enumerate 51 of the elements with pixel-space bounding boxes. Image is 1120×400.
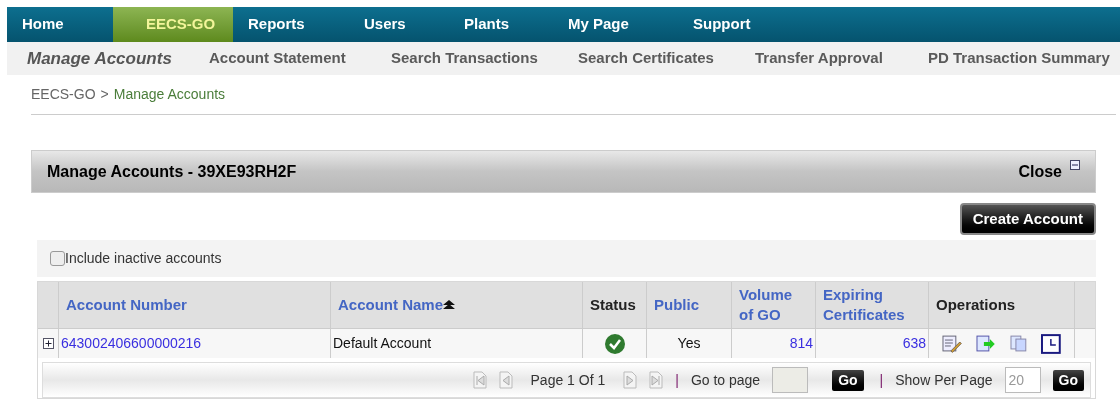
column-header[interactable]: Public [654,295,699,315]
go-button[interactable]: Go [1052,369,1084,391]
subnav-tab[interactable]: PD Transaction Summary [908,47,1108,70]
expand-row-icon[interactable] [42,338,54,349]
nav-tab[interactable]: Reports [233,7,349,42]
separator: | [675,370,679,390]
breadcrumb-current: Manage Accounts [113,85,226,104]
nav-tab[interactable]: Support [678,7,798,42]
account-number-link[interactable]: 643002406600000216 [61,333,202,354]
document-arrow-icon[interactable] [975,334,996,353]
column-header[interactable]: Account Name [338,295,456,315]
checkbox-label: Include inactive accounts [65,249,222,268]
nav-tab[interactable]: My Page [553,7,678,42]
column-header[interactable]: Account Number [66,295,187,315]
page-input[interactable] [772,367,809,393]
first-page-icon[interactable] [472,371,487,389]
previous-page-icon[interactable] [498,371,513,389]
nav-tab[interactable]: Home [7,7,113,42]
column-header[interactable]: Volume of GO [739,285,808,325]
subnav-tab[interactable]: Transfer Approval [735,47,908,70]
expiring-link[interactable]: 638 [902,333,926,354]
clock-icon[interactable] [1041,333,1061,354]
column-header[interactable]: Expiring Certificates [823,285,921,325]
sort-ascending-icon[interactable] [443,300,456,310]
go-to-page-label: Go to page [690,370,761,390]
show-per-page-label: Show Per Page [895,370,993,390]
nav-tab[interactable]: Plants [449,7,553,42]
subnav-tab[interactable]: Search Certificates [558,47,735,70]
collapse-icon[interactable] [1070,159,1080,170]
nav-tab[interactable]: Users [349,7,449,42]
next-page-icon[interactable] [623,371,638,389]
subnav-tab[interactable]: Account Statement [189,47,371,70]
subnav-tab[interactable]: Manage Accounts [7,45,189,72]
breadcrumb-link[interactable]: EECS-GO [31,84,96,105]
page-label: Page 1 Of 1 [530,370,606,390]
column-header: Operations [936,295,1016,315]
create-account-button[interactable]: Create Account [959,203,1096,235]
public-cell-text: Yes [677,334,701,353]
account-name-cell-text: Default Account [333,334,432,353]
subnav-tab[interactable]: Search Transactions [371,47,558,70]
copy-icon[interactable] [1009,334,1028,353]
volume-link[interactable]: 814 [789,333,813,354]
last-page-icon[interactable] [649,371,664,389]
go-button[interactable]: Go [832,369,864,391]
breadcrumb-separator: > [100,85,109,104]
checkbox[interactable] [50,251,65,266]
column-header: Status [590,295,636,315]
close-link[interactable]: Close [1018,159,1062,184]
panel-title: Manage Accounts - 39XE93RH2F [47,161,297,182]
edit-icon[interactable] [942,334,962,353]
separator: | [879,370,884,390]
